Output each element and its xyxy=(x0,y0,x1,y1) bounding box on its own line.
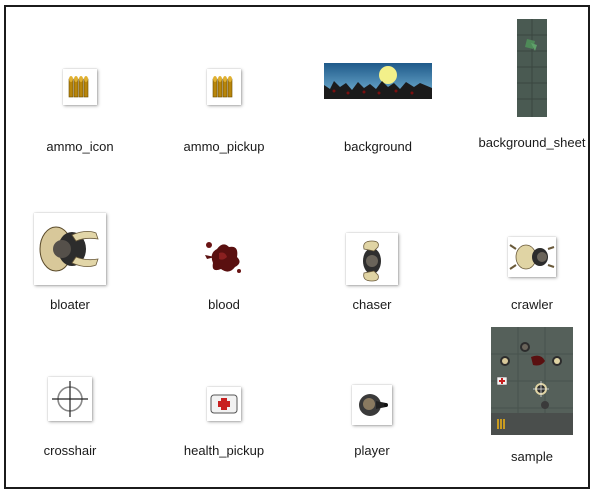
file-item-player[interactable]: player xyxy=(312,385,432,467)
file-item-health-pickup[interactable]: health_pickup xyxy=(164,387,284,467)
file-name: chaser xyxy=(352,297,392,312)
file-browser-window: ammo_icon ammo_pickup background backgro… xyxy=(4,5,590,489)
file-item-blood[interactable]: blood xyxy=(164,233,284,313)
file-item-crosshair[interactable]: crosshair xyxy=(10,377,130,467)
ammo-icon xyxy=(63,69,97,105)
file-name: background xyxy=(344,139,412,154)
file-name: blood xyxy=(208,297,240,312)
crosshair-icon xyxy=(48,377,92,421)
zombie-sprite xyxy=(346,233,398,285)
sample-image xyxy=(491,327,573,435)
zombie-sprite xyxy=(34,213,106,285)
file-name: background_sheet xyxy=(478,135,586,150)
file-name: ammo_pickup xyxy=(183,139,265,154)
zombie-sprite xyxy=(508,237,556,277)
file-item-chaser[interactable]: chaser xyxy=(312,233,432,313)
file-name: crosshair xyxy=(43,443,97,458)
file-name: player xyxy=(354,443,390,458)
blood-splatter xyxy=(199,233,249,277)
file-name: sample xyxy=(511,449,553,464)
file-item-bloater[interactable]: bloater xyxy=(10,213,130,313)
medkit-icon xyxy=(207,387,241,421)
file-item-crawler[interactable]: crawler xyxy=(472,233,592,313)
file-item-sample[interactable]: sample xyxy=(472,325,592,467)
ammo-icon xyxy=(207,69,241,105)
file-name: ammo_icon xyxy=(46,139,114,154)
background-image xyxy=(324,63,432,99)
file-name: crawler xyxy=(511,297,553,312)
file-item-ammo-icon[interactable]: ammo_icon xyxy=(20,65,140,155)
file-name: bloater xyxy=(50,297,90,312)
file-item-background[interactable]: background xyxy=(318,63,438,154)
background-sheet-image xyxy=(517,19,547,117)
file-item-ammo-pickup[interactable]: ammo_pickup xyxy=(164,65,284,155)
player-sprite xyxy=(352,385,392,425)
file-item-background-sheet[interactable]: background_sheet xyxy=(472,15,592,175)
file-name: health_pickup xyxy=(183,443,265,458)
